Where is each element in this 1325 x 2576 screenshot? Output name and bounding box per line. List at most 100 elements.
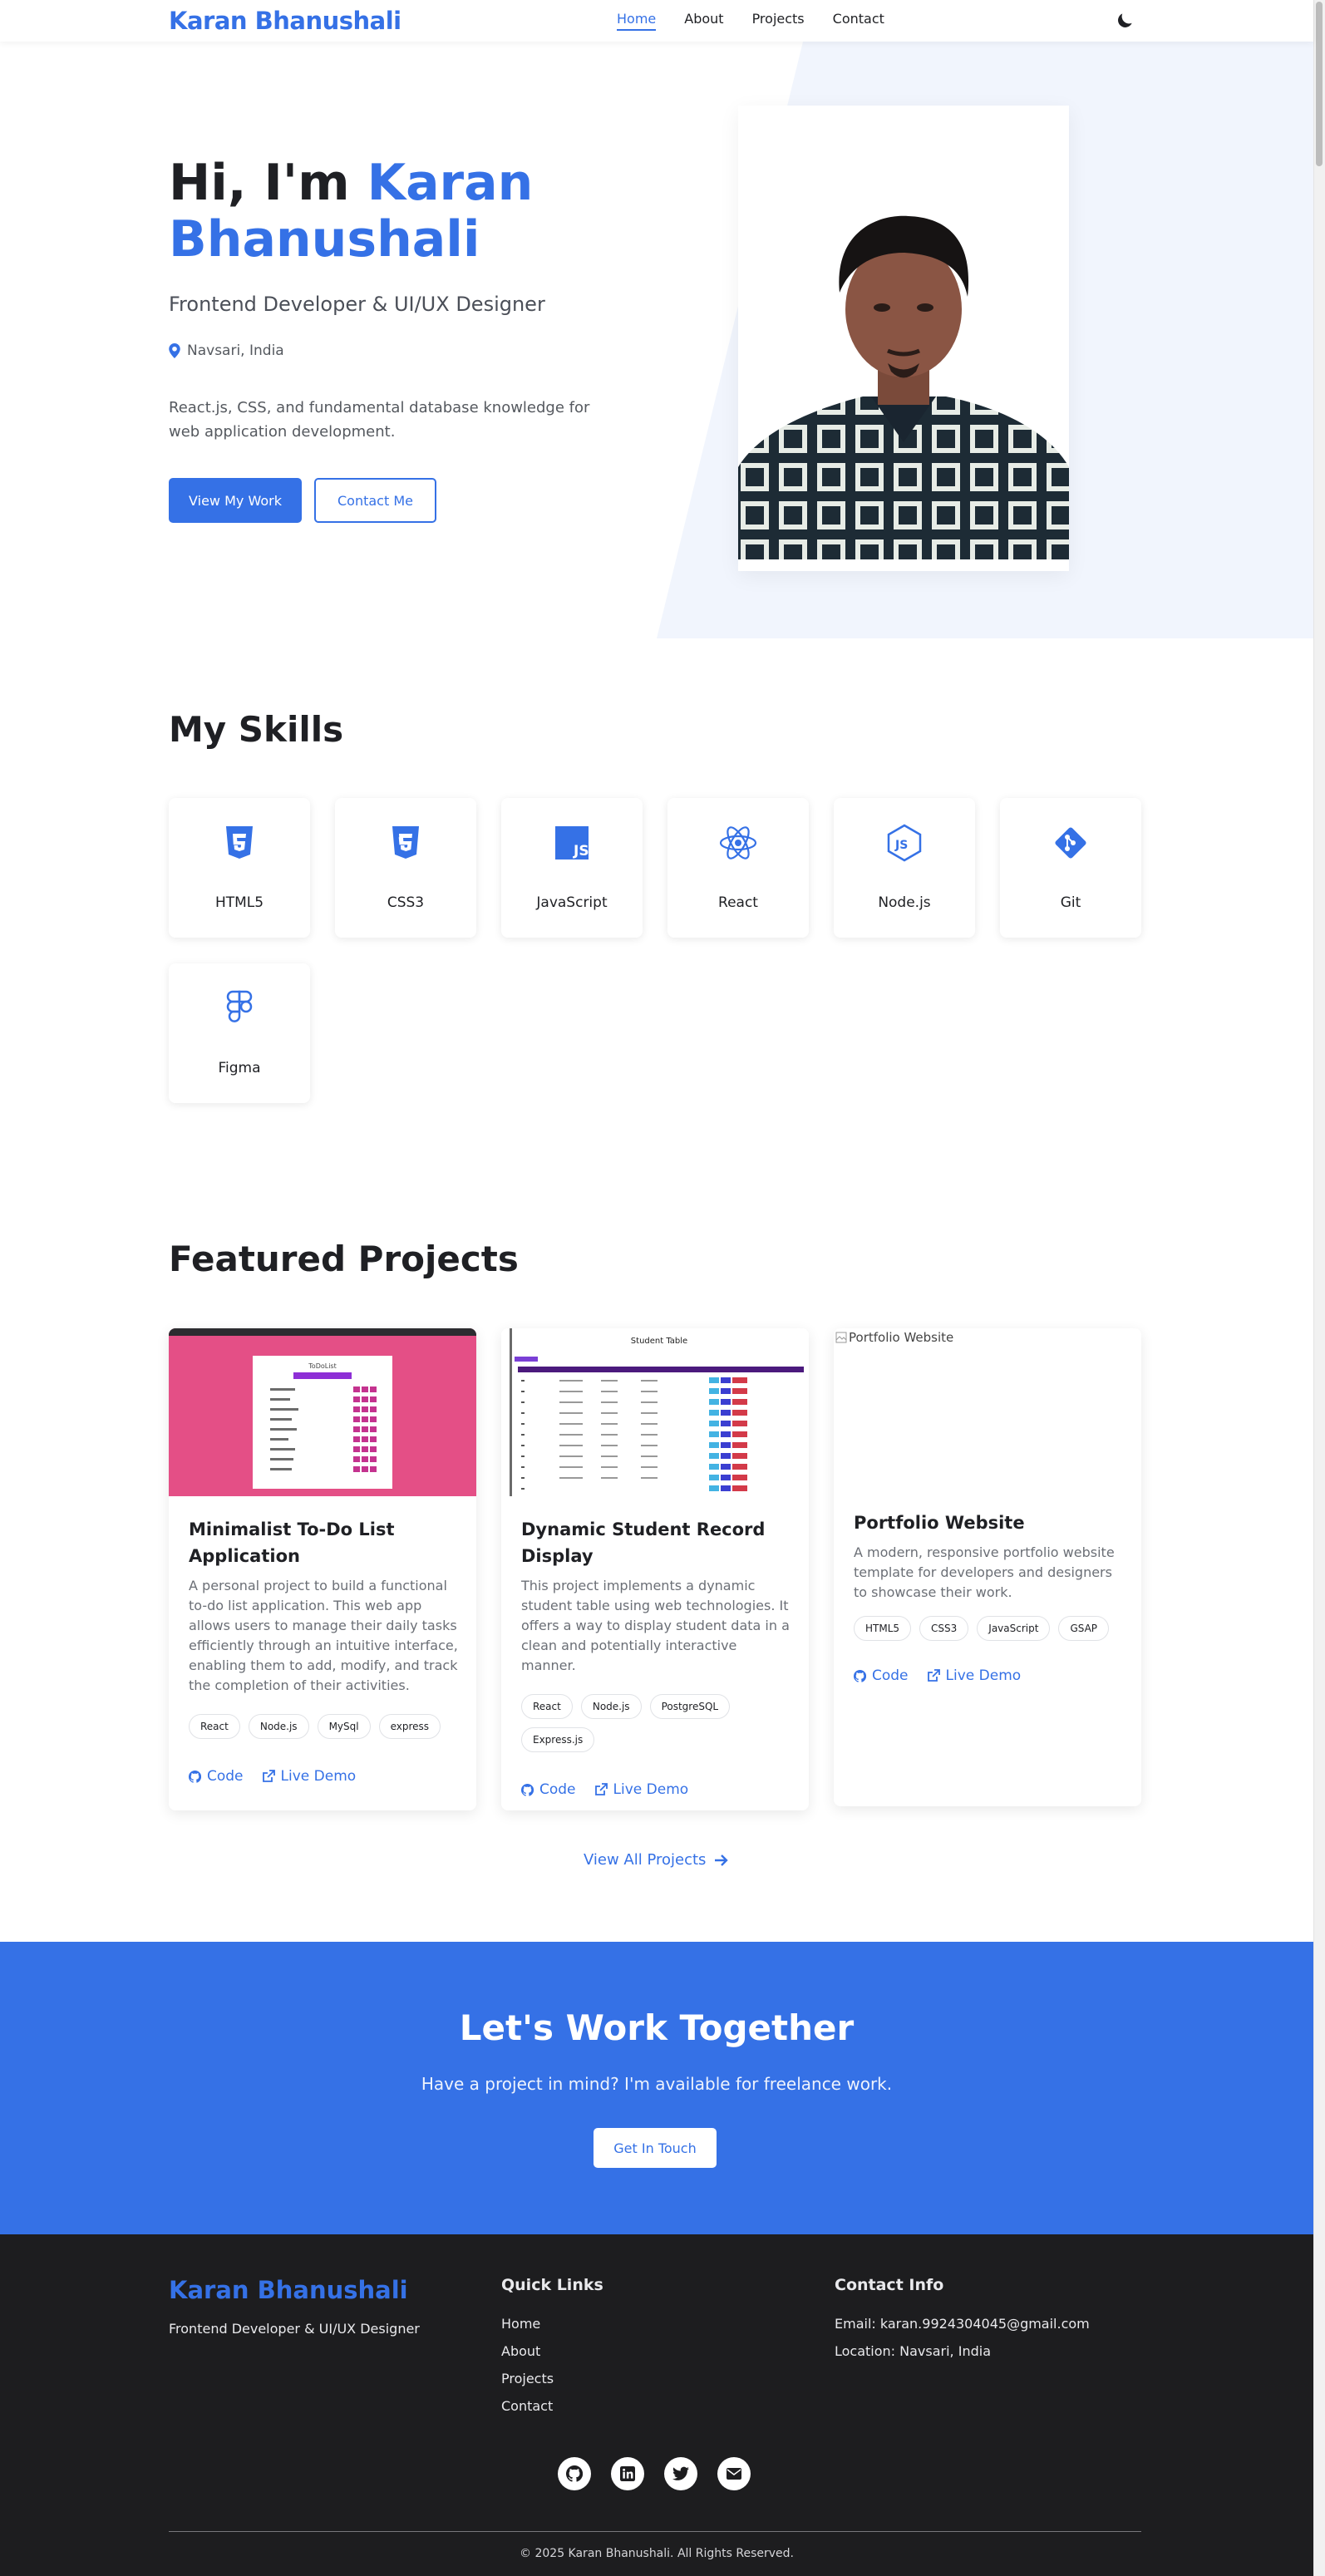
quick-links-heading: Quick Links xyxy=(501,2276,603,2294)
skill-label: CSS3 xyxy=(387,894,425,911)
demo-label: Live Demo xyxy=(280,1768,357,1785)
nav-link-home[interactable]: Home xyxy=(617,11,657,31)
tech-tag: React xyxy=(521,1694,573,1719)
footer-link-about[interactable]: About xyxy=(501,2343,540,2359)
skill-card-css3[interactable]: CSS3 xyxy=(335,798,476,938)
hero-name-last: Bhanushali xyxy=(169,210,480,268)
hero-title: Hi, I'm Karan Bhanushali xyxy=(169,155,634,268)
broken-image-icon xyxy=(835,1332,847,1343)
projects-title: Featured Projects xyxy=(169,1239,519,1279)
skill-card-react[interactable]: React xyxy=(667,798,809,938)
scrollbar[interactable] xyxy=(1313,0,1325,2576)
project-card-todo: ToDoList Minimalist To-Do List Applicati… xyxy=(169,1328,476,1810)
tech-tag: Node.js xyxy=(248,1714,309,1739)
external-link-icon xyxy=(262,1770,275,1782)
svg-text:ToDoList: ToDoList xyxy=(308,1362,336,1370)
svg-text:JS: JS xyxy=(573,843,589,859)
profile-photo xyxy=(738,193,1069,559)
code-label: Code xyxy=(539,1781,576,1798)
skill-card-git[interactable]: Git xyxy=(1000,798,1141,938)
project-description: A personal project to build a functional… xyxy=(189,1578,458,1693)
nav-brand[interactable]: Karan Bhanushali xyxy=(169,7,401,35)
footer-email: Email: karan.9924304045@gmail.com xyxy=(835,2316,1090,2332)
code-label: Code xyxy=(207,1768,244,1785)
nav-links: Home About Projects Contact xyxy=(617,11,884,31)
thumb-table-title: Student Table xyxy=(631,1337,687,1346)
project-code-link[interactable]: Code xyxy=(189,1768,244,1785)
project-links: Code Live Demo xyxy=(854,1667,1021,1684)
project-tags: React Node.js MySql express xyxy=(189,1714,463,1739)
project-title: Minimalist To-Do List Application xyxy=(189,1519,395,1566)
project-demo-link[interactable]: Live Demo xyxy=(927,1667,1021,1684)
skill-label: React xyxy=(718,894,758,911)
project-demo-link[interactable]: Live Demo xyxy=(594,1781,689,1798)
map-pin-icon xyxy=(169,343,180,358)
tech-tag: Express.js xyxy=(521,1727,595,1752)
skill-label: Node.js xyxy=(878,894,931,911)
view-all-projects-link[interactable]: View All Projects xyxy=(584,1851,729,1869)
external-link-icon xyxy=(927,1669,940,1682)
arrow-right-icon xyxy=(715,1854,729,1866)
twitter-social-button[interactable] xyxy=(664,2457,697,2490)
footer-brand: Karan Bhanushali xyxy=(169,2276,408,2304)
social-links xyxy=(558,2457,751,2490)
nav-link-about[interactable]: About xyxy=(684,11,723,31)
tech-tag: GSAP xyxy=(1058,1616,1110,1641)
skill-label: HTML5 xyxy=(214,894,264,911)
project-links: Code Live Demo xyxy=(521,1781,688,1798)
cta-subtitle: Have a project in mind? I'm available fo… xyxy=(421,2074,893,2094)
view-my-work-button[interactable]: View My Work xyxy=(169,478,302,523)
svg-text:JS: JS xyxy=(894,839,908,852)
tech-tag: PostgreSQL xyxy=(649,1694,731,1719)
project-thumbnail-todo[interactable]: ToDoList xyxy=(169,1328,476,1496)
footer-tagline: Frontend Developer & UI/UX Designer xyxy=(169,2321,420,2337)
nav-link-contact[interactable]: Contact xyxy=(833,11,884,31)
footer-link-contact[interactable]: Contact xyxy=(501,2398,553,2414)
email-social-button[interactable] xyxy=(717,2457,751,2490)
project-code-link[interactable]: Code xyxy=(854,1667,909,1684)
html5-icon xyxy=(226,826,253,859)
github-icon xyxy=(566,2465,583,2482)
project-title: Portfolio Website xyxy=(854,1513,1025,1533)
nav-link-projects[interactable]: Projects xyxy=(752,11,805,31)
project-card-portfolio: Portfolio Website Portfolio Website A mo… xyxy=(834,1328,1141,1806)
javascript-icon: JS xyxy=(555,826,589,859)
footer-link-home[interactable]: Home xyxy=(501,2316,540,2332)
css3-icon xyxy=(392,826,419,859)
project-demo-link[interactable]: Live Demo xyxy=(262,1768,357,1785)
hero-section xyxy=(0,42,1313,638)
linkedin-social-button[interactable] xyxy=(611,2457,644,2490)
github-social-button[interactable] xyxy=(558,2457,591,2490)
hero-greeting: Hi, I'm xyxy=(169,154,367,212)
react-icon xyxy=(719,826,757,859)
skill-label: JavaScript xyxy=(536,894,608,911)
project-thumbnail-student[interactable]: Student Table xyxy=(501,1328,809,1496)
skill-card-html5[interactable]: HTML5 xyxy=(169,798,310,938)
tech-tag: MySql xyxy=(317,1714,371,1739)
nodejs-icon: JS xyxy=(887,824,922,862)
get-in-touch-button[interactable]: Get In Touch xyxy=(594,2128,717,2168)
contact-info-heading: Contact Info xyxy=(835,2276,944,2294)
github-icon xyxy=(854,1669,866,1682)
footer-link-projects[interactable]: Projects xyxy=(501,2371,554,2386)
contact-me-button[interactable]: Contact Me xyxy=(314,478,436,523)
tech-tag: CSS3 xyxy=(919,1616,969,1641)
code-label: Code xyxy=(872,1667,909,1684)
skill-card-nodejs[interactable]: JS Node.js xyxy=(834,798,975,938)
skill-card-figma[interactable]: Figma xyxy=(169,963,310,1103)
hero-subtitle: Frontend Developer & UI/UX Designer xyxy=(169,293,545,316)
project-thumbnail-portfolio[interactable]: Portfolio Website xyxy=(834,1328,1141,1496)
project-title: Dynamic Student Record Display xyxy=(521,1519,766,1566)
skill-label: Figma xyxy=(218,1060,261,1076)
github-icon xyxy=(189,1770,201,1783)
skill-card-javascript[interactable]: JS JavaScript xyxy=(501,798,643,938)
hero-name-first: Karan xyxy=(367,154,534,212)
scrollbar-thumb[interactable] xyxy=(1316,2,1323,166)
skill-label: Git xyxy=(1060,894,1081,911)
demo-label: Live Demo xyxy=(613,1781,689,1798)
github-icon xyxy=(521,1783,534,1796)
project-code-link[interactable]: Code xyxy=(521,1781,576,1798)
moon-icon[interactable] xyxy=(1114,10,1135,32)
tech-tag: Node.js xyxy=(580,1694,642,1719)
hero-description: React.js, CSS, and fundamental database … xyxy=(169,399,590,441)
